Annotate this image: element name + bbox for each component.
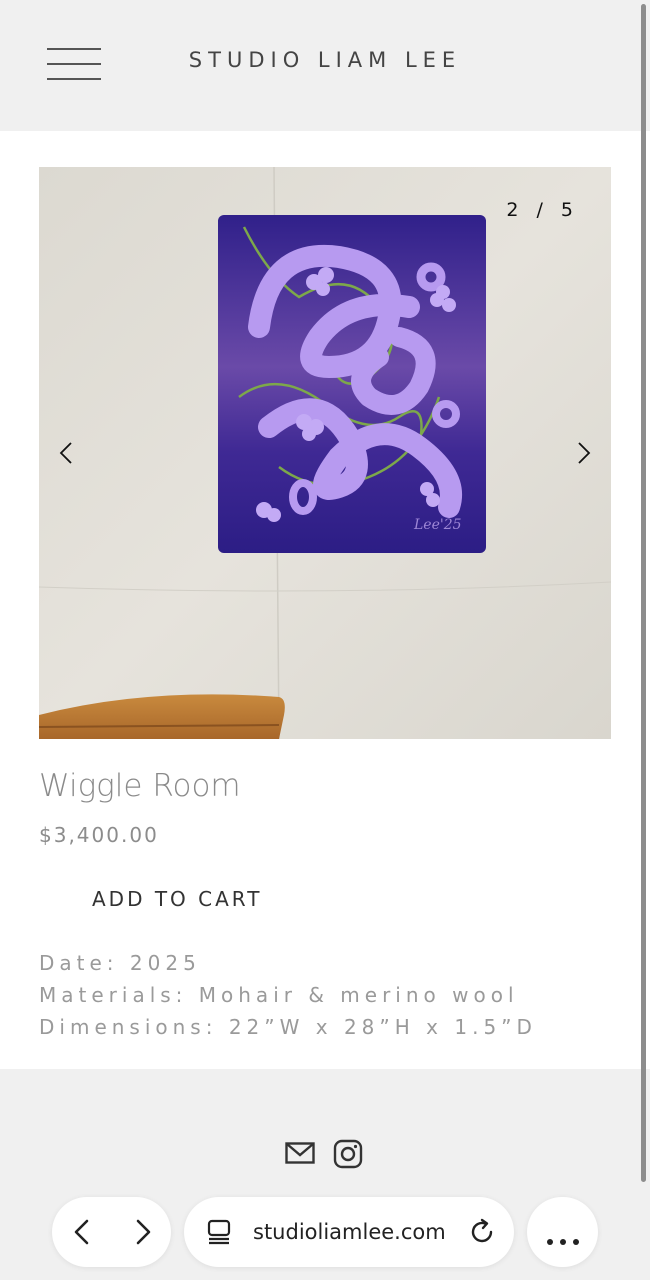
artwork-photo: Lee'25	[39, 167, 611, 739]
chevron-right-icon[interactable]	[569, 439, 597, 467]
spec-materials: Materials: Mohair & merino wool	[39, 983, 519, 1007]
back-icon[interactable]	[69, 1218, 95, 1250]
artwork-signature: Lee'25	[413, 517, 462, 533]
slide-total: 5	[560, 199, 575, 221]
site-title[interactable]: STUDIO LIAM LEE	[0, 48, 650, 72]
spec-date: Date: 2025	[39, 951, 201, 975]
reload-icon[interactable]	[468, 1218, 496, 1250]
spec-dimensions: Dimensions: 22”W x 28”H x 1.5”D	[39, 1015, 537, 1039]
add-to-cart-button[interactable]: ADD TO CART	[92, 887, 262, 911]
instagram-icon[interactable]	[333, 1139, 363, 1173]
browser-nav-controls	[52, 1197, 171, 1267]
slide-current: 2	[506, 199, 521, 221]
site-header: STUDIO LIAM LEE	[0, 0, 650, 131]
url-text[interactable]: studioliamlee.com	[253, 1220, 446, 1244]
slide-separator: /	[536, 199, 545, 221]
chevron-left-icon[interactable]	[53, 439, 81, 467]
tab-switcher-icon[interactable]	[206, 1219, 232, 1249]
product-image-gallery[interactable]: Lee'25 2 / 5	[39, 167, 611, 739]
forward-icon[interactable]	[130, 1218, 156, 1250]
mail-icon[interactable]	[285, 1142, 315, 1168]
address-bar[interactable]: studioliamlee.com	[184, 1197, 514, 1267]
product-page: Lee'25 2 / 5 Wiggle Room $3,400.00 ADD T…	[0, 131, 650, 1069]
product-price: $3,400.00	[39, 823, 159, 847]
product-specs: Date: 2025 Materials: Mohair & merino wo…	[39, 947, 537, 1043]
product-title: Wiggle Room	[39, 768, 241, 804]
browser-more-menu[interactable]	[527, 1197, 598, 1267]
more-icon[interactable]	[546, 1230, 580, 1249]
page-scrollbar[interactable]	[641, 4, 646, 1182]
slide-counter: 2 / 5	[506, 199, 575, 221]
